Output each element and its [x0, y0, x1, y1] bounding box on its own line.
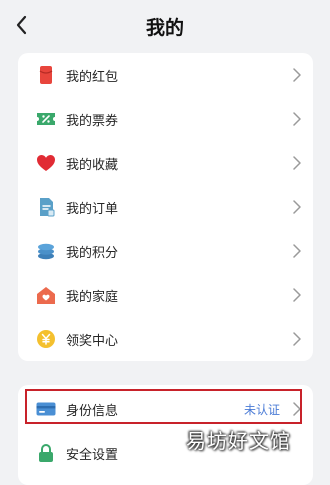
home-icon	[37, 287, 55, 304]
chevron-right-icon	[293, 402, 301, 416]
menu-item-orders[interactable]: 我的订单	[18, 185, 313, 229]
chevron-right-icon	[293, 112, 301, 126]
menu-item-label: 领奖中心	[66, 334, 119, 349]
chevron-right-icon	[293, 200, 301, 214]
menu-item-label: 我的票券	[66, 114, 119, 129]
chevron-right-icon	[293, 244, 301, 258]
menu-item-label: 我的收藏	[66, 158, 119, 173]
menu-item-label: 我的订单	[66, 202, 119, 217]
coupon-ticket-icon	[37, 113, 55, 125]
chevron-right-icon	[293, 332, 301, 346]
menu-item-label: 安全设置	[66, 448, 119, 463]
points-coins-icon	[38, 243, 54, 260]
menu-item-coupons[interactable]: 我的票券	[18, 97, 313, 141]
chevron-right-icon	[293, 156, 301, 170]
chevron-right-icon	[293, 68, 301, 82]
menu-item-red-packet[interactable]: 我的红包	[18, 53, 313, 97]
menu-item-rewards-center[interactable]: 领奖中心	[18, 317, 313, 361]
menu-item-label: 我的家庭	[66, 290, 119, 305]
yuan-coin-icon	[37, 330, 55, 348]
lock-icon	[39, 444, 53, 462]
menu-item-label: 我的积分	[66, 246, 119, 261]
menu-item-favorites[interactable]: 我的收藏	[18, 141, 313, 185]
chevron-right-icon	[293, 288, 301, 302]
top-bar: 我的	[0, 0, 330, 52]
menu-item-label: 我的红包	[66, 70, 119, 85]
menu-item-label: 身份信息	[66, 404, 119, 419]
menu-card: 我的红包 我的票券 我的收藏 我的订单 我的积分 我的家庭 领奖中心	[18, 53, 313, 361]
page-title: 我的	[145, 17, 184, 39]
red-packet-icon	[39, 66, 53, 84]
watermark: 易坊好文馆	[186, 429, 291, 453]
id-card-icon	[36, 402, 56, 416]
heart-icon	[37, 155, 55, 171]
menu-item-family[interactable]: 我的家庭	[18, 273, 313, 317]
menu-item-points[interactable]: 我的积分	[18, 229, 313, 273]
order-document-icon	[40, 198, 55, 217]
verification-status-badge: 未认证	[243, 403, 280, 417]
